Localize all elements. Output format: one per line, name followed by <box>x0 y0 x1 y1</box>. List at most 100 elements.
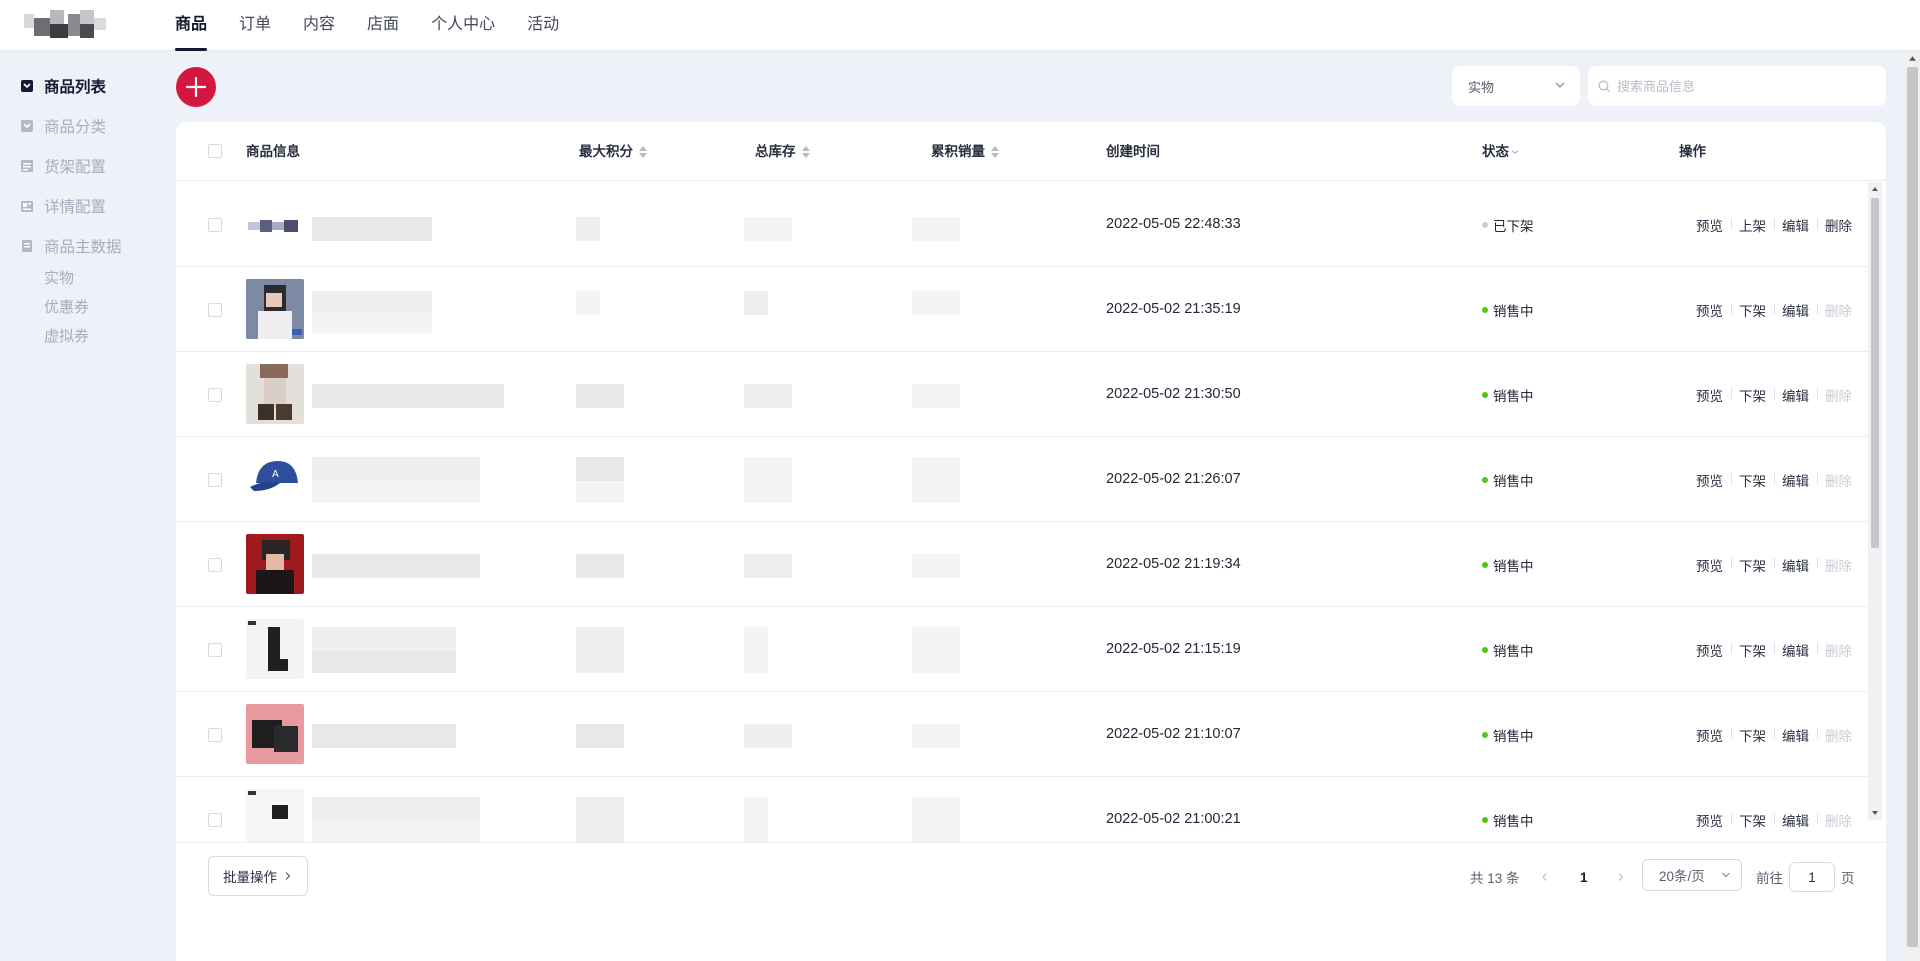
preview-button[interactable]: 预览 <box>1688 215 1731 235</box>
table-row: 2022-05-02 21:00:21 销售中 预览 下架 编辑 删除 <box>176 777 1868 842</box>
blurred-product-name <box>312 291 432 313</box>
table-row: 2022-05-02 21:15:19 销售中 预览 下架 编辑 删除 <box>176 607 1868 692</box>
product-thumbnail[interactable] <box>246 279 304 339</box>
edit-button[interactable]: 编辑 <box>1774 300 1817 320</box>
preview-button[interactable]: 预览 <box>1688 640 1731 660</box>
take-off-shelf-button[interactable]: 下架 <box>1731 725 1774 745</box>
edit-button[interactable]: 编辑 <box>1774 640 1817 660</box>
column-header-sales[interactable]: 累积销量 <box>931 122 999 181</box>
product-thumbnail[interactable] <box>246 364 304 424</box>
blurred-sales <box>912 724 960 748</box>
column-header-status[interactable]: 状态 <box>1482 122 1519 181</box>
logo[interactable] <box>24 10 108 40</box>
nav-tab-activities[interactable]: 活动 <box>527 0 559 51</box>
sidebar-subitem-coupon[interactable]: 优惠券 <box>44 296 89 317</box>
status-dot <box>1482 391 1488 398</box>
page-number-label: 1 <box>1580 869 1588 885</box>
select-all-checkbox[interactable] <box>208 144 222 158</box>
sidebar-item-master-data[interactable]: 商品主数据 <box>20 235 122 257</box>
take-off-shelf-button[interactable]: 下架 <box>1731 385 1774 405</box>
sidebar-subitem-physical[interactable]: 实物 <box>44 267 74 288</box>
sort-icon[interactable] <box>801 145 810 158</box>
nav-tab-store[interactable]: 店面 <box>367 0 399 51</box>
product-thumbnail[interactable] <box>246 194 304 254</box>
take-off-shelf-button[interactable]: 下架 <box>1731 300 1774 320</box>
status-badge: 销售中 <box>1482 692 1534 777</box>
page-size-select[interactable]: 20条/页 <box>1642 859 1742 891</box>
window-scrollbar-thumb[interactable] <box>1907 67 1918 947</box>
page-number-current[interactable]: 1 <box>1580 857 1588 897</box>
preview-button[interactable]: 预览 <box>1688 470 1731 490</box>
sidebar-item-product-category[interactable]: 商品分类 <box>20 115 106 137</box>
edit-button[interactable]: 编辑 <box>1774 725 1817 745</box>
product-table-card: 商品信息 最大积分 总库存 累积销量 创建时间 状态 操作 2022-05-05… <box>176 122 1886 961</box>
product-thumbnail[interactable] <box>246 704 304 764</box>
row-checkbox[interactable] <box>208 558 222 572</box>
row-checkbox[interactable] <box>208 643 222 657</box>
nav-tab-content[interactable]: 内容 <box>303 0 335 51</box>
scroll-up-arrow-icon[interactable] <box>1908 54 1917 63</box>
row-checkbox[interactable] <box>208 218 222 232</box>
edit-button[interactable]: 编辑 <box>1774 555 1817 575</box>
column-header-stock[interactable]: 总库存 <box>755 122 810 181</box>
preview-button[interactable]: 预览 <box>1688 810 1731 830</box>
window-scrollbar[interactable] <box>1905 51 1920 961</box>
batch-operation-button[interactable]: 批量操作 <box>208 856 308 896</box>
blurred-product-name <box>312 217 432 241</box>
created-time: 2022-05-05 22:48:33 <box>1106 216 1241 232</box>
blurred-product-subtitle <box>312 821 480 842</box>
sidebar-item-product-list[interactable]: 商品列表 <box>20 75 106 97</box>
edit-button[interactable]: 编辑 <box>1774 215 1817 235</box>
blurred-sales <box>912 554 960 578</box>
row-checkbox[interactable] <box>208 473 222 487</box>
scroll-down-arrow-icon[interactable] <box>1871 809 1879 817</box>
take-off-shelf-button[interactable]: 下架 <box>1731 640 1774 660</box>
table-body: 2022-05-05 22:48:33 已下架 预览 上架 编辑 删除 2022… <box>176 182 1868 842</box>
prev-page-button[interactable] <box>1540 857 1550 897</box>
sidebar-subitem-virtual-voucher[interactable]: 虚拟券 <box>44 325 89 346</box>
take-off-shelf-button[interactable]: 下架 <box>1731 555 1774 575</box>
product-thumbnail[interactable] <box>246 534 304 594</box>
delete-button[interactable]: 删除 <box>1817 215 1860 235</box>
product-thumbnail[interactable]: A <box>246 449 304 509</box>
preview-button[interactable]: 预览 <box>1688 725 1731 745</box>
goto-page-input[interactable] <box>1789 862 1835 892</box>
take-off-shelf-button[interactable]: 下架 <box>1731 810 1774 830</box>
list-on-shelf-button[interactable]: 上架 <box>1731 215 1774 235</box>
next-page-button[interactable] <box>1616 857 1626 897</box>
preview-button[interactable]: 预览 <box>1688 385 1731 405</box>
column-header-max-points[interactable]: 最大积分 <box>579 122 647 181</box>
edit-button[interactable]: 编辑 <box>1774 810 1817 830</box>
search-input[interactable] <box>1617 78 1867 94</box>
nav-tab-personal-center[interactable]: 个人中心 <box>431 0 495 51</box>
product-type-select[interactable]: 实物 <box>1452 66 1580 106</box>
goto-suffix-label: 页 <box>1841 871 1855 886</box>
row-checkbox[interactable] <box>208 303 222 317</box>
sort-icon[interactable] <box>639 145 647 158</box>
table-scrollbar[interactable] <box>1868 182 1882 820</box>
edit-button[interactable]: 编辑 <box>1774 470 1817 490</box>
blurred-product-name <box>312 724 456 748</box>
scroll-up-arrow-icon[interactable] <box>1871 185 1879 193</box>
edit-button[interactable]: 编辑 <box>1774 385 1817 405</box>
preview-button[interactable]: 预览 <box>1688 555 1731 575</box>
nav-tab-products[interactable]: 商品 <box>175 0 208 51</box>
pagination-total: 共 13 条 <box>1470 857 1520 897</box>
blurred-stock <box>744 291 768 315</box>
row-checkbox[interactable] <box>208 728 222 742</box>
nav-tab-orders[interactable]: 订单 <box>239 0 271 51</box>
row-checkbox[interactable] <box>208 388 222 402</box>
sidebar-item-shelf-config[interactable]: 货架配置 <box>20 155 106 177</box>
add-product-button[interactable] <box>176 67 216 107</box>
table-scrollbar-thumb[interactable] <box>1871 198 1879 548</box>
preview-button[interactable]: 预览 <box>1688 300 1731 320</box>
row-checkbox[interactable] <box>208 813 222 827</box>
sort-icon[interactable] <box>991 145 999 158</box>
sidebar-item-detail-config[interactable]: 详情配置 <box>20 195 106 217</box>
product-thumbnail[interactable] <box>246 619 304 679</box>
filter-chevron-icon[interactable] <box>1511 148 1519 156</box>
product-thumbnail[interactable] <box>246 789 304 842</box>
row-actions: 预览 下架 编辑 删除 <box>1688 692 1860 777</box>
blurred-product-subtitle <box>312 313 432 333</box>
take-off-shelf-button[interactable]: 下架 <box>1731 470 1774 490</box>
